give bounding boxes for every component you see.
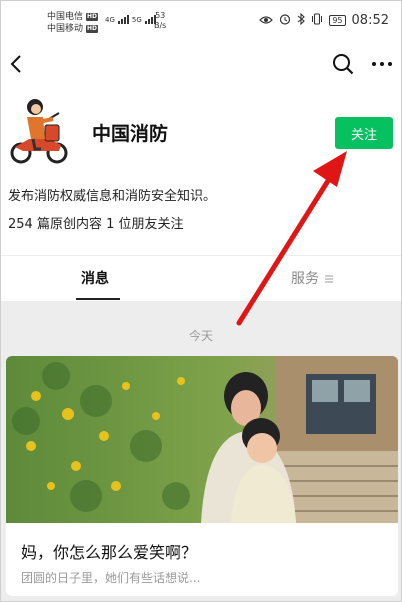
tab-services-label: 服务 [291, 271, 319, 287]
status-icons: 95 08:52 [259, 12, 389, 28]
date-label: 今天 [188, 329, 213, 343]
network-speed: 53 B/s [154, 11, 166, 31]
tab-services[interactable]: 服务 [291, 268, 334, 288]
article-cover-image [6, 356, 398, 523]
tab-messages[interactable]: 消息 [81, 268, 109, 288]
status-bar: 中国电信 HD 中国移动 HD 4G 5G 53 B/s 95 08:52 [1, 1, 401, 39]
article-summary: 团圆的日子里，她们有些话想说... [21, 571, 201, 585]
battery-icon: 95 [329, 15, 346, 26]
signal-icon [117, 14, 129, 24]
clock: 08:52 [351, 13, 389, 28]
more-horizontal-icon[interactable] [370, 52, 394, 76]
hd-badge-2: HD [86, 25, 99, 33]
eye-icon [259, 14, 274, 28]
search-icon[interactable] [331, 52, 355, 76]
network-type-2: 5G [131, 16, 142, 24]
alarm-icon [279, 13, 291, 28]
account-name: 中国消防 [92, 123, 169, 145]
follow-button[interactable]: 关注 [335, 117, 393, 149]
account-bio: 发布消防权威信息和消防安全知识。 [8, 189, 217, 204]
account-profile: 中国消防 关注 发布消防权威信息和消防安全知识。 254 篇原创内容 1 位朋友… [1, 89, 401, 255]
bluetooth-icon [297, 12, 306, 28]
speed-unit: B/s [154, 21, 167, 30]
account-stats: 254 篇原创内容 1 位朋友关注 [8, 217, 184, 232]
carrier-2: 中国移动 [47, 24, 84, 34]
nav-bar [1, 39, 401, 89]
carrier-1: 中国电信 [47, 12, 84, 22]
speed-value: 53 [155, 11, 166, 20]
tab-bar: 消息 服务 [1, 255, 401, 301]
menu-icon [325, 275, 334, 283]
tab-underline [76, 298, 120, 300]
signal-indicators: 4G 5G [105, 14, 156, 24]
article-card[interactable]: 妈，你怎么那么爱笑啊？ 团圆的日子里，她们有些话想说... [6, 356, 398, 596]
vibrate-icon [311, 13, 323, 28]
hd-badge: HD [86, 13, 99, 21]
app-window: 中国电信 HD 中国移动 HD 4G 5G 53 B/s 95 08:52 中国… [0, 0, 402, 602]
network-type-1: 4G [105, 16, 115, 24]
article-title: 妈，你怎么那么爱笑啊？ [21, 543, 198, 562]
chevron-left-icon[interactable] [7, 53, 27, 75]
avatar[interactable] [9, 95, 69, 171]
carrier-info: 中国电信 HD 中国移动 HD [47, 11, 99, 35]
